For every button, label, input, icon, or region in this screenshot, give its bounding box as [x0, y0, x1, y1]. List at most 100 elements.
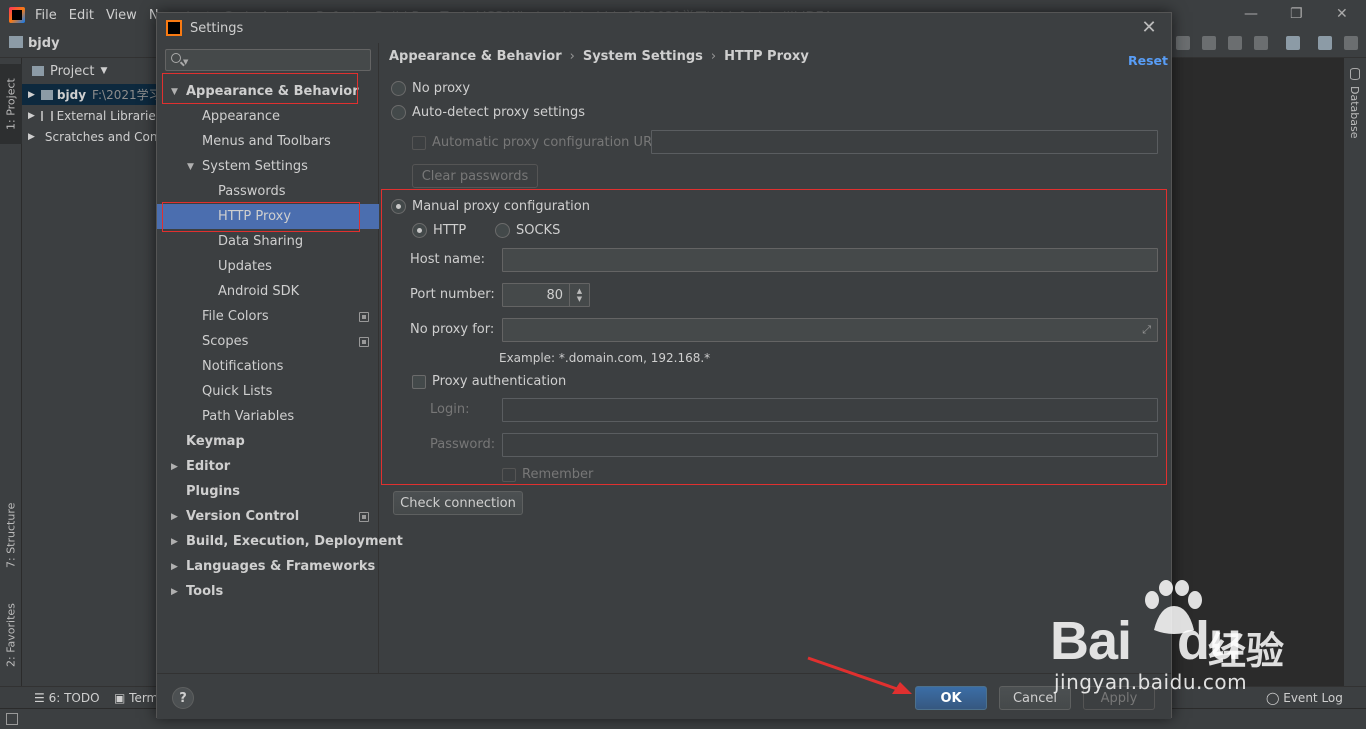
expand-arrow-icon[interactable]: ▶ — [28, 111, 35, 121]
restore-icon[interactable]: ❐ — [1290, 6, 1303, 22]
collapsed-arrow-icon[interactable]: ▶ — [171, 462, 178, 472]
manual-proxy-radio[interactable]: Manual proxy configuration — [391, 199, 590, 214]
auto-url-field[interactable] — [651, 130, 1158, 154]
profile-icon[interactable] — [1228, 36, 1242, 50]
settings-search-input[interactable]: ▼ — [165, 49, 371, 71]
tab-database[interactable]: Database — [1348, 86, 1361, 139]
tab-todo[interactable]: ☰ 6: TODO — [34, 691, 100, 705]
collapsed-arrow-icon[interactable]: ▶ — [171, 512, 178, 522]
menu-file[interactable]: File — [35, 8, 57, 23]
collapsed-arrow-icon[interactable]: ▶ — [171, 587, 178, 597]
tree-item-scopes[interactable]: Scopes — [157, 329, 379, 354]
proxy-auth-checkbox[interactable]: Proxy authentication — [412, 374, 566, 389]
tree-item-languages-frameworks[interactable]: ▶ Languages & Frameworks — [157, 554, 379, 579]
tab-structure[interactable]: 7: Structure — [0, 494, 22, 576]
tree-item-updates[interactable]: Updates — [157, 254, 379, 279]
ok-button[interactable]: OK — [915, 686, 987, 710]
tree-item-path-variables[interactable]: Path Variables — [157, 404, 379, 429]
chevron-down-icon[interactable]: ▼ — [100, 66, 107, 76]
help-button[interactable]: ? — [172, 687, 194, 709]
tab-event-log[interactable]: ◯ Event Log — [1266, 691, 1343, 705]
collapsed-arrow-icon[interactable]: ▶ — [171, 562, 178, 572]
auto-url-checkbox[interactable]: Automatic proxy configuration URL: — [412, 135, 664, 150]
reset-link[interactable]: Reset — [1128, 53, 1168, 68]
apply-button[interactable]: Apply — [1083, 686, 1155, 710]
project-panel-header[interactable]: Project ▼ — [22, 58, 162, 84]
breadcrumb-separator: › — [569, 49, 575, 64]
tree-item-http-proxy[interactable]: HTTP Proxy — [157, 204, 379, 229]
tree-item-keymap[interactable]: Keymap — [157, 429, 379, 454]
radio-indicator[interactable] — [391, 199, 406, 214]
password-field[interactable] — [502, 433, 1158, 457]
window-close-icon[interactable]: ✕ — [1336, 6, 1348, 22]
project-tree-row[interactable]: ▶ External Libraries — [22, 105, 162, 126]
login-field[interactable] — [502, 398, 1158, 422]
spinner-up-icon[interactable]: ▲ — [577, 287, 582, 295]
tab-favorites[interactable]: 2: Favorites — [0, 594, 22, 676]
clear-passwords-button[interactable]: Clear passwords — [412, 164, 538, 188]
tree-item-passwords[interactable]: Passwords — [157, 179, 379, 204]
tree-item-quick-lists[interactable]: Quick Lists — [157, 379, 379, 404]
remember-checkbox[interactable]: Remember — [502, 467, 593, 482]
project-structure-icon[interactable] — [1286, 36, 1300, 50]
collapsed-arrow-icon[interactable]: ▶ — [171, 537, 178, 547]
expand-icon[interactable]: ⤢ — [1142, 323, 1151, 337]
spinner-arrows-icon[interactable]: ▲ ▼ — [569, 284, 589, 306]
tab-terminal[interactable]: ▣ Terminal — [114, 691, 156, 705]
tree-item-file-colors[interactable]: File Colors — [157, 304, 379, 329]
tab-project[interactable]: 1: Project — [0, 64, 22, 144]
breadcrumb-item[interactable]: System Settings — [583, 49, 703, 64]
checkbox-indicator[interactable] — [412, 374, 426, 389]
checkbox-indicator[interactable] — [412, 135, 426, 150]
no-proxy-radio[interactable]: No proxy — [391, 81, 470, 96]
checkbox-indicator[interactable] — [502, 467, 516, 482]
check-connection-button[interactable]: Check connection — [393, 491, 523, 515]
expanded-arrow-icon[interactable]: ▼ — [171, 87, 178, 97]
close-icon[interactable]: ✕ — [1139, 18, 1159, 38]
tree-item-system-settings[interactable]: ▼ System Settings — [157, 154, 379, 179]
cancel-button[interactable]: Cancel — [999, 686, 1071, 710]
layout-icon[interactable] — [6, 713, 18, 725]
search-history-dropdown-icon[interactable]: ▼ — [183, 58, 188, 66]
radio-indicator[interactable] — [495, 223, 510, 238]
tree-item-notifications[interactable]: Notifications — [157, 354, 379, 379]
tree-item-appearance-behavior[interactable]: ▼ Appearance & Behavior — [157, 79, 379, 104]
tree-item-data-sharing[interactable]: Data Sharing — [157, 229, 379, 254]
auto-detect-radio[interactable]: Auto-detect proxy settings — [391, 105, 585, 120]
dialog-title-bar[interactable]: Settings — [157, 13, 1171, 43]
tree-item-editor[interactable]: ▶ Editor — [157, 454, 379, 479]
tree-item-version-control[interactable]: ▶ Version Control — [157, 504, 379, 529]
dialog-title: Settings — [190, 20, 244, 36]
breadcrumb-item[interactable]: Appearance & Behavior — [389, 49, 562, 64]
stop-icon[interactable] — [1254, 36, 1268, 50]
tree-item-menus-toolbars[interactable]: Menus and Toolbars — [157, 129, 379, 154]
presentation-icon[interactable] — [1318, 36, 1332, 50]
radio-indicator[interactable] — [391, 105, 406, 120]
expanded-arrow-icon[interactable]: ▼ — [187, 162, 194, 172]
expand-arrow-icon[interactable]: ▶ — [28, 90, 35, 100]
search-everywhere-icon[interactable] — [1344, 36, 1358, 50]
tree-item-label: Tools — [186, 584, 224, 599]
tree-item-label: Appearance — [202, 109, 281, 124]
project-tree-row[interactable]: ▶ Scratches and Consoles — [22, 126, 162, 147]
debug-icon[interactable] — [1176, 36, 1190, 50]
project-name[interactable]: bjdy — [28, 36, 60, 51]
minimize-icon[interactable]: — — [1244, 6, 1258, 22]
menu-edit[interactable]: Edit — [69, 8, 94, 23]
no-proxy-for-field[interactable]: ⤢ — [502, 318, 1158, 342]
radio-indicator[interactable] — [391, 81, 406, 96]
tree-item-build-execution-deployment[interactable]: ▶ Build, Execution, Deployment — [157, 529, 403, 554]
spinner-down-icon[interactable]: ▼ — [577, 295, 582, 303]
host-name-field[interactable] — [502, 248, 1158, 272]
coverage-icon[interactable] — [1202, 36, 1216, 50]
tree-item-appearance[interactable]: Appearance — [157, 104, 379, 129]
radio-indicator[interactable] — [412, 223, 427, 238]
socks-radio[interactable]: SOCKS — [495, 223, 560, 238]
project-tree-row[interactable]: ▶ bjdy F:\2021学习 — [22, 84, 162, 105]
menu-view[interactable]: View — [106, 8, 137, 23]
tree-item-tools[interactable]: ▶ Tools — [157, 579, 379, 604]
http-radio[interactable]: HTTP — [412, 223, 466, 238]
port-number-spinner[interactable]: 80 ▲ ▼ — [502, 283, 590, 307]
tree-item-plugins[interactable]: Plugins — [157, 479, 379, 504]
tree-item-android-sdk[interactable]: Android SDK — [157, 279, 379, 304]
